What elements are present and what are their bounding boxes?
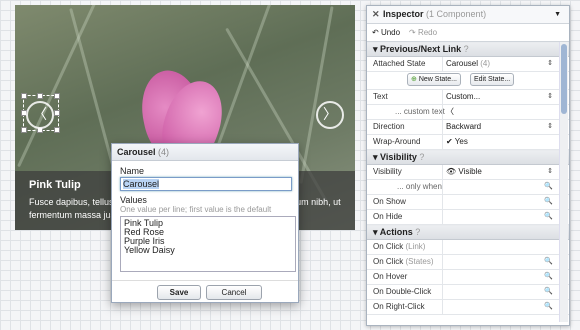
inspector-subtitle: (1 Component) xyxy=(426,9,487,19)
resize-handle[interactable] xyxy=(21,93,27,99)
name-input[interactable]: Carousel xyxy=(120,177,292,191)
values-hint: One value per line; first value is the d… xyxy=(120,205,272,214)
state-buttons-row: ⊕ New State... Edit State... xyxy=(367,72,569,90)
value-line: Yellow Daisy xyxy=(124,245,175,255)
name-label: Name xyxy=(120,166,145,176)
section-actions[interactable]: ▾ Actions ? xyxy=(367,225,569,240)
scrollbar-thumb[interactable] xyxy=(561,44,567,114)
direction-row: Direction Backward ⇕ xyxy=(367,120,569,135)
resize-handle[interactable] xyxy=(54,110,60,116)
next-link-button[interactable]: 〉 xyxy=(316,101,344,129)
action-field[interactable] xyxy=(442,285,555,299)
search-icon[interactable]: 🔍 xyxy=(544,255,553,269)
dialog-divider xyxy=(112,280,298,281)
dialog-title: Carousel xyxy=(117,147,156,157)
action-field[interactable] xyxy=(442,270,555,284)
select-arrows-icon: ⇕ xyxy=(547,60,553,67)
collapse-icon: ▾ xyxy=(373,152,378,162)
new-state-button[interactable]: ⊕ New State... xyxy=(407,73,461,86)
text-select[interactable]: Custom... xyxy=(442,90,555,104)
custom-text-input[interactable]: 〈 xyxy=(442,105,555,119)
inspector-title: Inspector xyxy=(383,9,424,19)
grass-blade xyxy=(17,5,96,168)
visibility-row: Visibility 👁 Visible ⇕ xyxy=(367,165,569,180)
action-row-on-click-link: On Click (Link) xyxy=(367,240,569,255)
resize-handle[interactable] xyxy=(37,93,43,99)
undo-redo-bar: ↶ Undo ↷ Redo xyxy=(367,24,569,42)
checkmark-icon: ✔ xyxy=(446,137,453,146)
attached-state-select[interactable]: Carousel (4) xyxy=(442,57,555,71)
visibility-select[interactable]: 👁 Visible xyxy=(442,165,555,179)
action-field[interactable] xyxy=(442,300,555,314)
previous-link-button[interactable]: 〈 xyxy=(26,101,54,129)
caption-title: Pink Tulip xyxy=(29,179,81,191)
edit-state-dialog: Carousel (4) Name Carousel Values One va… xyxy=(111,143,299,303)
on-hide-row: On Hide 🔍 xyxy=(367,210,569,225)
resize-handle[interactable] xyxy=(54,127,60,133)
edit-state-button[interactable]: Edit State... xyxy=(470,73,515,86)
search-icon[interactable]: 🔍 xyxy=(544,285,553,299)
search-icon[interactable]: 🔍 xyxy=(544,270,553,284)
section-previous-next-link[interactable]: ▾ Previous/Next Link ? xyxy=(367,42,569,57)
search-icon[interactable]: 🔍 xyxy=(544,210,553,224)
text-row: Text Custom... ⇕ xyxy=(367,90,569,105)
select-arrows-icon: ⇕ xyxy=(547,168,553,175)
plus-icon: ⊕ xyxy=(411,76,417,83)
chevron-right-icon: 〉 xyxy=(323,106,337,122)
action-row-on-hover: On Hover 🔍 xyxy=(367,270,569,285)
close-icon[interactable]: ✕ xyxy=(372,6,380,23)
action-row-on-right-click: On Right-Click 🔍 xyxy=(367,300,569,315)
attached-state-row: Attached State Carousel (4) ⇕ xyxy=(367,57,569,72)
inspector-scrollbar[interactable] xyxy=(559,42,568,322)
custom-text-row: ... custom text 〈 xyxy=(367,105,569,120)
resize-handle[interactable] xyxy=(21,127,27,133)
inspector-panel: ✕ Inspector (1 Component) ▼ ↶ Undo ↷ Red… xyxy=(366,5,570,326)
dialog-count: (4) xyxy=(158,147,170,157)
action-field[interactable] xyxy=(442,255,555,269)
action-row-on-click-states: On Click (States) 🔍 xyxy=(367,255,569,270)
eye-icon: 👁 xyxy=(446,167,457,176)
select-arrows-icon: ⇕ xyxy=(547,93,553,100)
redo-icon: ↷ xyxy=(409,28,416,37)
collapse-icon: ▾ xyxy=(373,44,378,54)
on-show-row: On Show 🔍 xyxy=(367,195,569,210)
on-hide-field[interactable] xyxy=(442,210,555,224)
undo-button[interactable]: ↶ Undo xyxy=(372,24,400,41)
search-icon[interactable]: 🔍 xyxy=(544,180,553,194)
save-button[interactable]: Save xyxy=(157,285,201,300)
inspector-header: ✕ Inspector (1 Component) ▼ xyxy=(367,6,569,24)
grass-blade xyxy=(299,6,334,184)
section-visibility[interactable]: ▾ Visibility ? xyxy=(367,150,569,165)
values-textarea[interactable]: Pink Tulip Red Rose Purple Iris Yellow D… xyxy=(120,216,296,272)
redo-button[interactable]: ↷ Redo xyxy=(409,24,437,41)
values-label: Values xyxy=(120,195,147,205)
action-field[interactable] xyxy=(442,240,555,254)
help-icon[interactable]: ? xyxy=(419,152,424,162)
search-icon[interactable]: 🔍 xyxy=(544,300,553,314)
wrap-around-checkbox[interactable]: ✔ Yes xyxy=(442,135,555,149)
cancel-button[interactable]: Cancel xyxy=(206,285,262,300)
search-icon[interactable]: 🔍 xyxy=(544,195,553,209)
only-when-field[interactable] xyxy=(442,180,555,194)
resize-handle[interactable] xyxy=(54,93,60,99)
chevron-left-icon: 〈 xyxy=(33,106,47,122)
help-icon[interactable]: ? xyxy=(415,227,420,237)
direction-select[interactable]: Backward xyxy=(442,120,555,134)
menu-dropdown-icon[interactable]: ▼ xyxy=(554,6,561,23)
help-icon[interactable]: ? xyxy=(464,44,469,54)
select-arrows-icon: ⇕ xyxy=(547,123,553,130)
undo-icon: ↶ xyxy=(372,28,379,37)
on-show-field[interactable] xyxy=(442,195,555,209)
collapse-icon: ▾ xyxy=(373,227,378,237)
action-row-on-double-click: On Double-Click 🔍 xyxy=(367,285,569,300)
dialog-header: Carousel (4) xyxy=(112,144,298,161)
only-when-row: ... only when 🔍 xyxy=(367,180,569,195)
wrap-around-row: Wrap-Around ✔ Yes xyxy=(367,135,569,150)
